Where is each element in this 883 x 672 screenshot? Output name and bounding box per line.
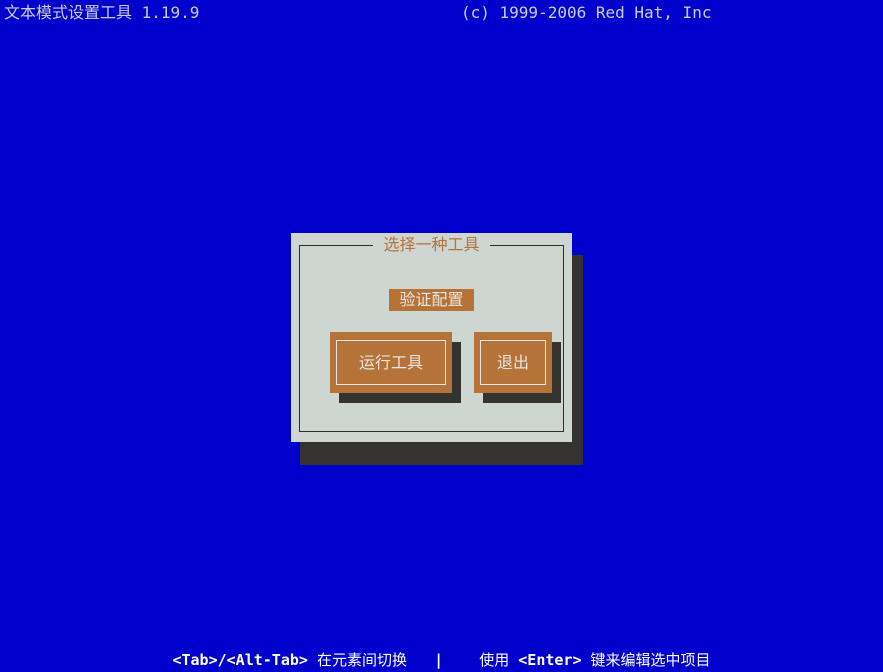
run-tool-button-wrapper: 运行工具	[330, 332, 461, 403]
dialog-button-row: 运行工具 退出	[300, 332, 563, 427]
exit-button[interactable]: 退出	[474, 332, 552, 393]
status-bar-separator: |	[406, 651, 471, 669]
dialog-title-label: 选择一种工具	[373, 235, 490, 254]
header-bar: 文本模式设置工具 1.19.9 (c) 1999-2006 Red Hat, I…	[0, 0, 883, 24]
run-tool-button[interactable]: 运行工具	[330, 332, 452, 393]
app-title: 文本模式设置工具 1.19.9	[4, 3, 200, 22]
run-tool-button-label: 运行工具	[358, 352, 423, 372]
dialog-title: 选择一种工具	[300, 235, 563, 255]
exit-button-label: 退出	[496, 352, 529, 372]
exit-button-focus-ring: 退出	[480, 340, 546, 385]
enter-key-hint-prefix: 使用	[470, 651, 519, 669]
terminal-screen: 文本模式设置工具 1.19.9 (c) 1999-2006 Red Hat, I…	[0, 0, 883, 672]
exit-button-wrapper: 退出	[474, 332, 561, 403]
tool-list: 验证配置	[300, 289, 563, 311]
list-item-verify-config[interactable]: 验证配置	[389, 289, 474, 311]
status-bar-hints: <Tab>/<Alt-Tab> 在元素间切换 | 使用 <Enter> 键来编辑…	[0, 650, 883, 670]
tab-key-hint-text: 在元素间切换	[307, 651, 407, 669]
tab-key-hint: <Tab>/<Alt-Tab>	[172, 651, 308, 669]
enter-key-hint: <Enter>	[518, 651, 582, 669]
tool-selection-dialog: 选择一种工具 验证配置 运行工具 退出	[291, 233, 572, 442]
run-tool-button-focus-ring: 运行工具	[336, 340, 446, 385]
dialog-frame: 选择一种工具 验证配置 运行工具 退出	[299, 235, 564, 432]
copyright-notice: (c) 1999-2006 Red Hat, Inc	[461, 3, 712, 22]
enter-key-hint-text: 键来编辑选中项目	[581, 651, 711, 669]
status-bar: <Tab>/<Alt-Tab> 在元素间切换 | 使用 <Enter> 键来编辑…	[0, 646, 883, 672]
